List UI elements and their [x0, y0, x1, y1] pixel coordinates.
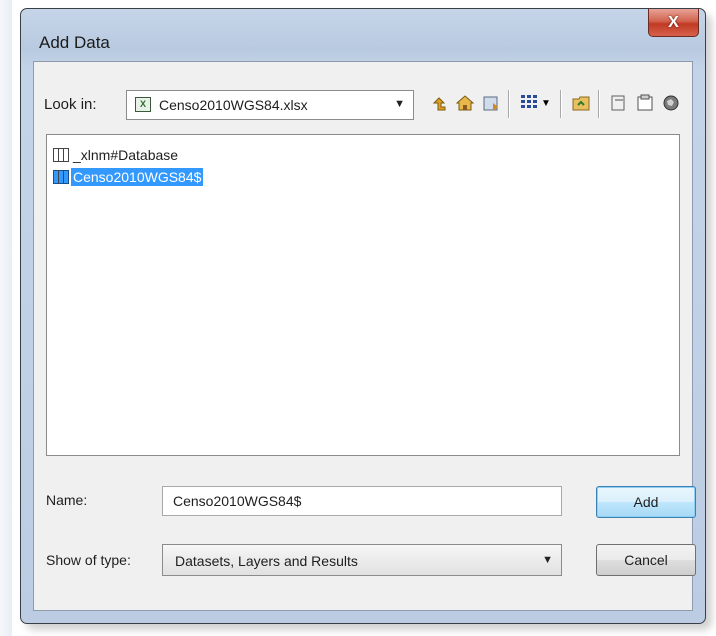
toolbar-separator [560, 90, 562, 118]
table-icon [53, 170, 69, 184]
toolbar-separator [508, 90, 510, 118]
file-list[interactable]: _xlnm#Database Censo2010WGS84$ [46, 134, 680, 456]
catalog-icon[interactable] [634, 92, 656, 114]
up-one-level-icon[interactable] [428, 92, 450, 114]
toolbar-separator [598, 90, 600, 118]
excel-file-icon: X [135, 97, 151, 112]
dialog-body: Look in: X Censo2010WGS84.xlsx ▼ ▼ _xlnm… [33, 61, 696, 611]
list-item-label: Censo2010WGS84$ [71, 168, 204, 186]
background-strip [0, 0, 12, 636]
show-of-type-dropdown[interactable]: Datasets, Layers and Results ▼ [162, 544, 562, 576]
list-item-label: _xlnm#Database [73, 147, 179, 163]
show-of-type-value: Datasets, Layers and Results [175, 553, 358, 569]
close-button[interactable]: X [648, 9, 699, 37]
home-icon[interactable] [454, 92, 476, 114]
chevron-down-icon: ▼ [542, 554, 553, 566]
look-in-dropdown[interactable]: X Censo2010WGS84.xlsx ▼ [126, 90, 414, 120]
cancel-button[interactable]: Cancel [596, 544, 696, 576]
search-icon[interactable] [660, 92, 682, 114]
close-icon: X [668, 13, 679, 31]
name-label: Name: [46, 492, 88, 508]
copy-icon[interactable] [608, 92, 630, 114]
table-icon [53, 148, 69, 162]
name-input[interactable]: Censo2010WGS84$ [162, 486, 562, 516]
look-in-label: Look in: [44, 96, 97, 113]
new-folder-icon[interactable] [570, 92, 592, 114]
add-data-dialog: Add Data X Look in: X Censo2010WGS84.xls… [20, 8, 706, 624]
view-toggle-icon[interactable] [518, 92, 540, 114]
show-of-type-label: Show of type: [46, 552, 131, 568]
chevron-down-icon: ▼ [394, 98, 405, 110]
list-item[interactable]: _xlnm#Database [53, 145, 180, 165]
look-in-value: Censo2010WGS84.xlsx [159, 97, 308, 113]
add-button[interactable]: Add [596, 486, 696, 518]
connect-folder-icon[interactable] [480, 92, 502, 114]
list-item-selected[interactable]: Censo2010WGS84$ [53, 167, 204, 187]
view-dropdown-arrow-icon[interactable]: ▼ [540, 92, 552, 114]
dialog-title: Add Data [39, 33, 110, 52]
